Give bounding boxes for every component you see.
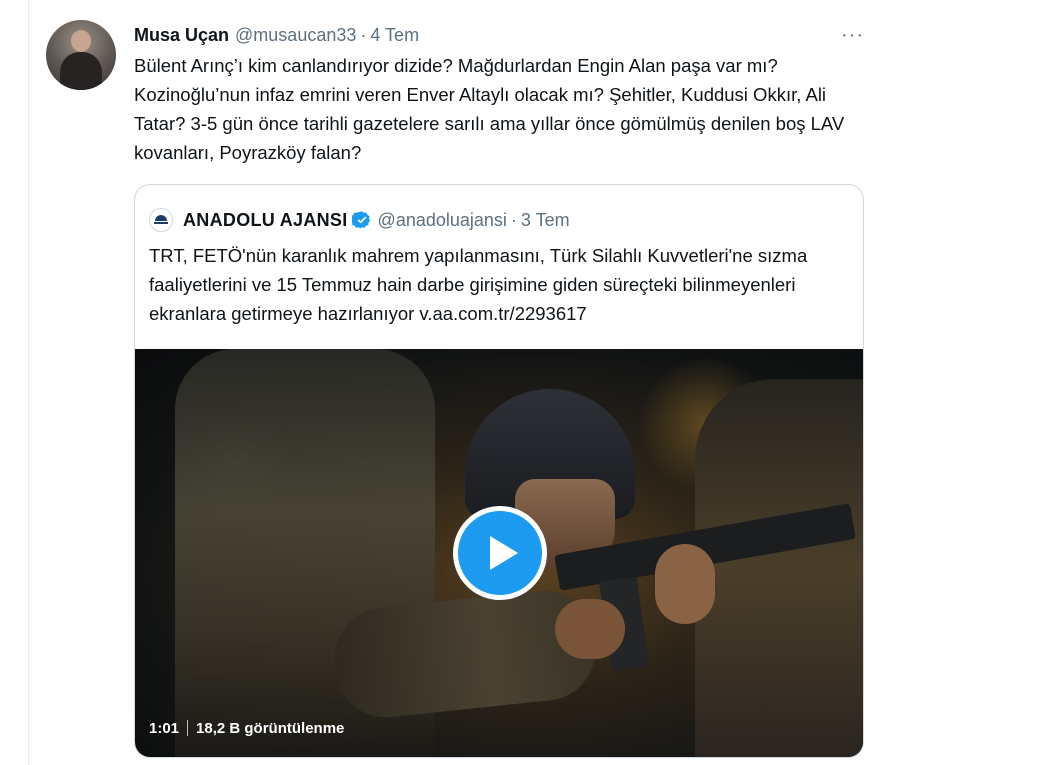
quoted-header: ANADOLU AJANSI @anadoluajansi · 3 Tem [149,205,570,235]
tweet-header: Musa Uçan @musaucan33 · 4 Tem ··· [134,20,866,50]
author-handle[interactable]: @musaucan33 [235,20,356,50]
video-player[interactable]: 1:01 18,2 B görüntülenme [135,349,863,757]
tweet-content: Musa Uçan @musaucan33 · 4 Tem ··· Bülent… [134,20,866,758]
avatar-body [60,52,102,90]
tweet-date[interactable]: 4 Tem [370,20,419,50]
play-icon [489,536,518,570]
quoted-author-name[interactable]: ANADOLU AJANSI [183,210,348,231]
view-count: 18,2 B görüntülenme [196,719,345,737]
quoted-date[interactable]: 3 Tem [521,210,570,231]
video-info: 1:01 18,2 B görüntülenme [149,715,344,741]
author-name[interactable]: Musa Uçan [134,20,229,50]
aa-logo[interactable] [149,208,173,232]
avatar[interactable] [46,20,116,90]
quoted-text: TRT, FETÖ'nün karanlık mahrem yapılanmas… [149,245,808,324]
header-separator: · [360,25,367,45]
soldier-hand [555,599,625,659]
more-icon[interactable]: ··· [841,20,864,50]
quoted-separator: · [510,209,517,230]
info-divider [187,720,189,736]
play-button[interactable] [453,506,547,600]
background-soldier [695,379,863,757]
avatar-head [71,30,91,52]
soldier-hand [655,544,715,624]
tweet-text: Bülent Arınç’ı kim canlandırıyor dizide?… [134,55,845,163]
quoted-handle[interactable]: @anadoluajansi [378,210,507,231]
video-duration: 1:01 [149,719,180,737]
timeline-divider [28,0,29,765]
quoted-tweet[interactable]: ANADOLU AJANSI @anadoluajansi · 3 Tem TR… [134,184,864,758]
verified-icon [351,211,370,229]
